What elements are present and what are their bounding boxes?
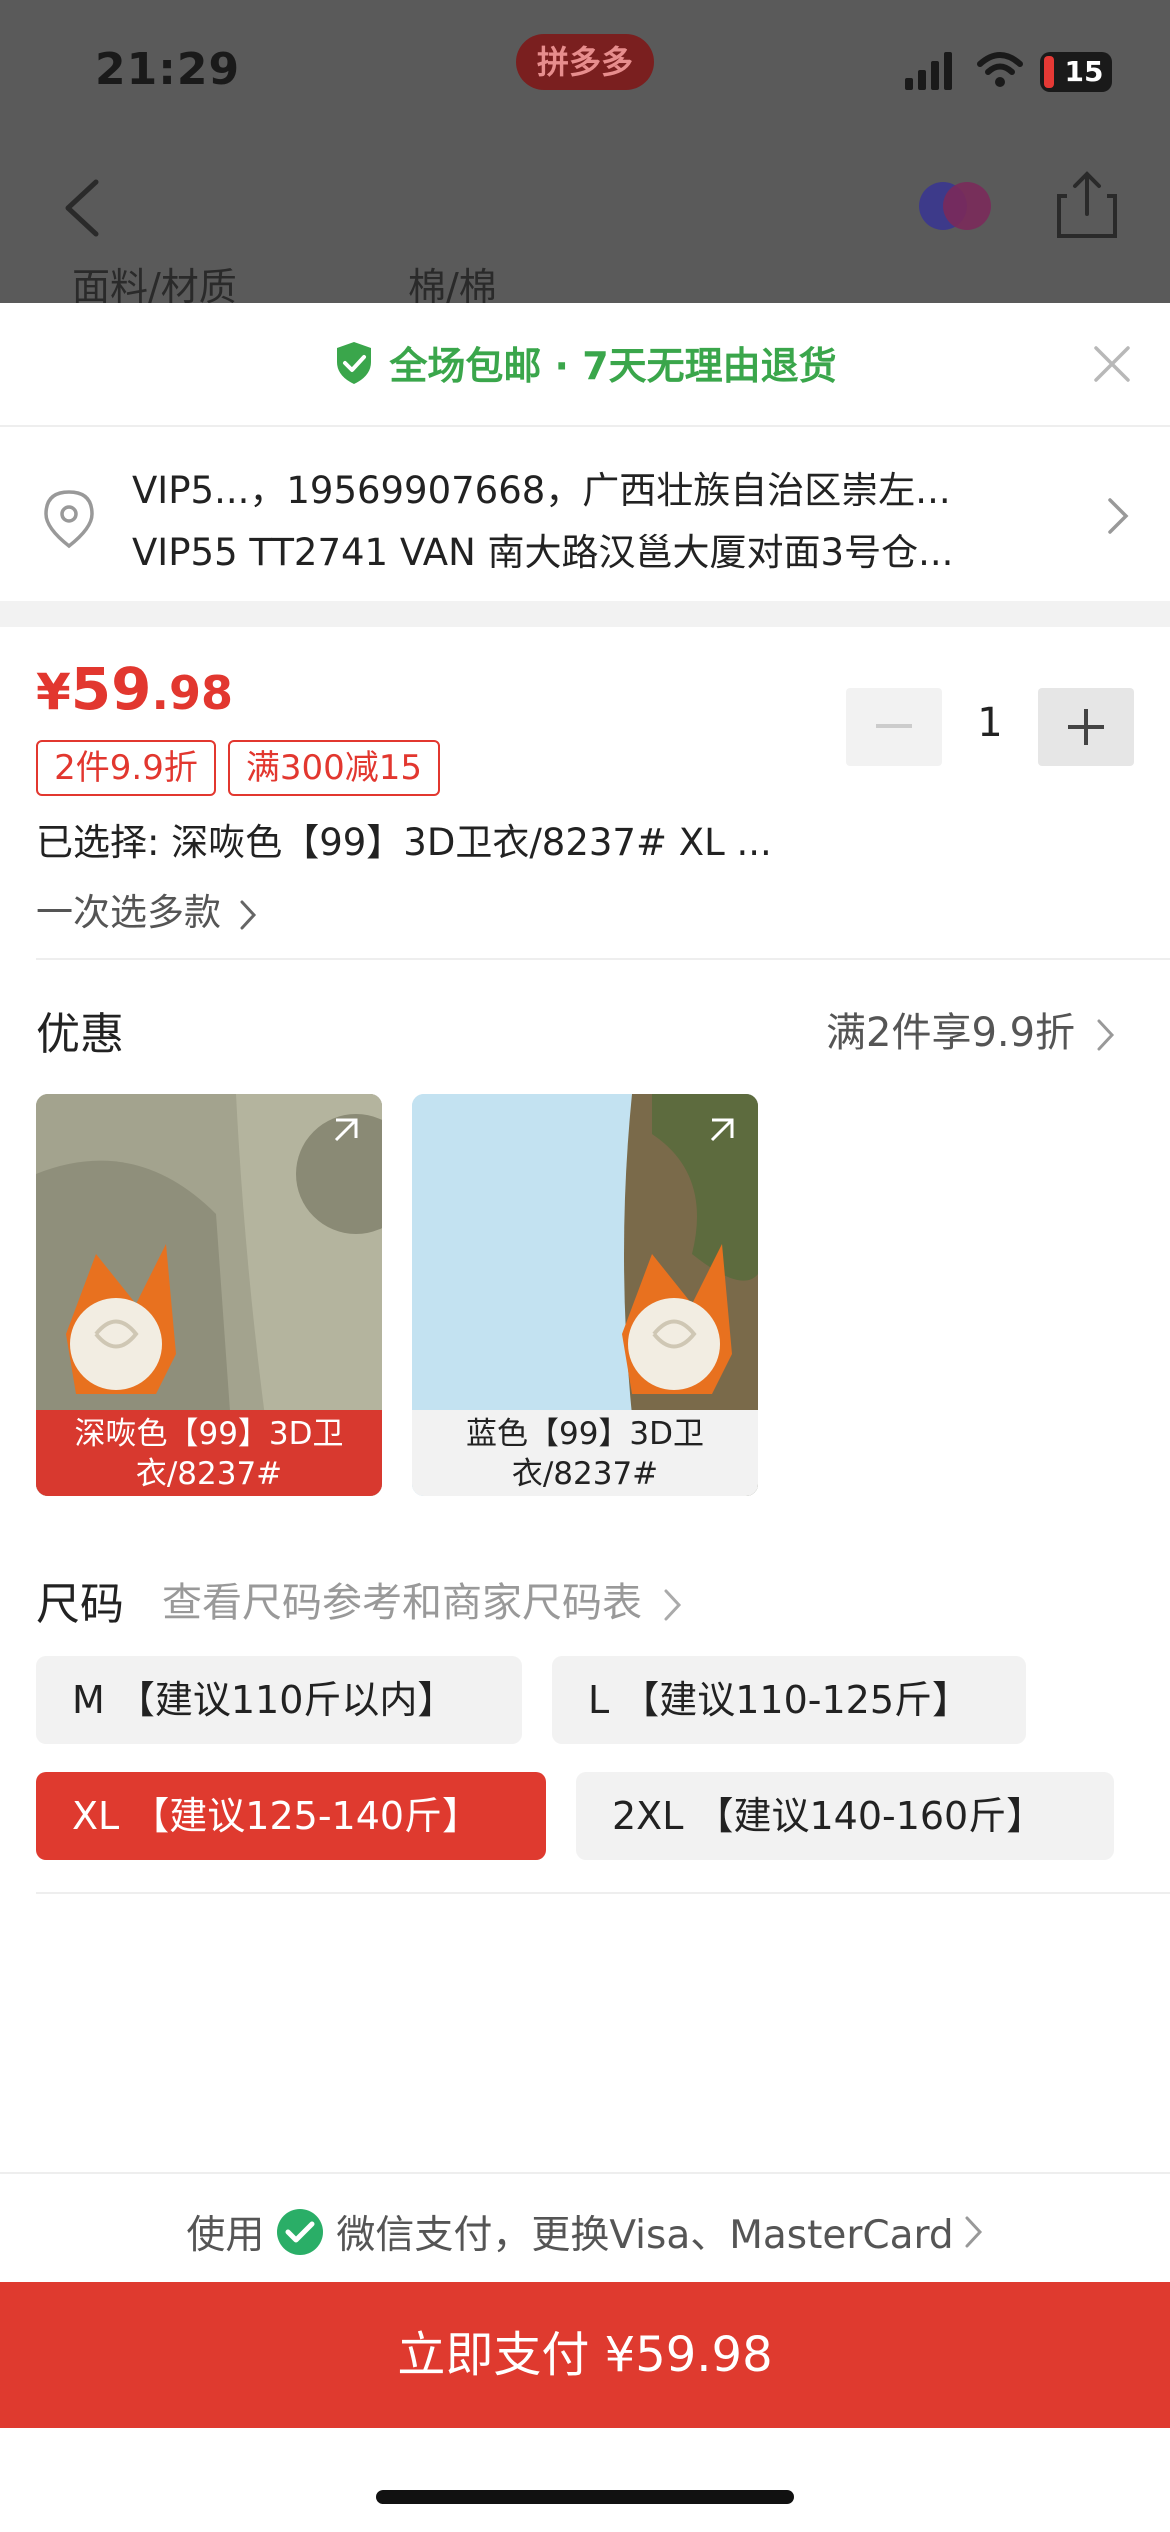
chevron-right-icon	[1108, 498, 1129, 534]
banner-text: 全场包邮 · 7天无理由退货	[389, 344, 837, 388]
shield-check-icon	[337, 341, 372, 384]
quantity-value[interactable]: 1	[960, 700, 1020, 746]
close-icon[interactable]	[1092, 344, 1132, 384]
price-decimal: .98	[151, 666, 234, 720]
option-label-text: 蓝色【99】3D卫衣/8237#	[465, 1416, 705, 1492]
option-label-grey: 深咴色【99】3D卫衣/8237#	[36, 1410, 382, 1496]
plus-icon	[1068, 709, 1104, 745]
chevron-right-icon	[1097, 1019, 1114, 1051]
selected-spec: 已选择: 深咴色【99】3D卫衣/8237# XL ...	[36, 821, 772, 864]
size-chart-link-text: 查看尺码参考和商家尺码表	[162, 1580, 642, 1626]
promo-rule-link[interactable]: 满2件享9.9折	[826, 1000, 1116, 1058]
option-card-grey[interactable]: 深咴色【99】3D卫衣/8237#	[36, 1094, 382, 1496]
price-symbol: ¥	[36, 663, 71, 721]
home-indicator[interactable]	[376, 2490, 794, 2504]
merge-icon[interactable]	[915, 180, 995, 232]
payment-method-row[interactable]: 使用 微信支付，更换Visa、MasterCard	[0, 2172, 1170, 2282]
payment-method-text: 微信支付，更换Visa、MasterCard	[336, 2213, 954, 2258]
quantity-plus-button[interactable]	[1038, 688, 1134, 766]
share-icon[interactable]	[1055, 170, 1119, 240]
section-separator	[0, 601, 1170, 627]
chevron-right-icon	[664, 1589, 681, 1621]
payment-prefix: 使用	[186, 2213, 265, 2258]
quantity-minus-button[interactable]	[846, 688, 942, 766]
size-title: 尺码	[36, 1579, 124, 1630]
location-pin-icon	[44, 490, 94, 549]
price: ¥59.98	[36, 655, 233, 723]
back-arrow-icon[interactable]	[62, 178, 102, 238]
shipping-banner: 全场包邮 · 7天无理由退货	[0, 303, 1170, 427]
battery-icon: 15	[1040, 52, 1112, 92]
option-label-blue: 蓝色【99】3D卫衣/8237#	[412, 1410, 758, 1496]
coupon-tag: 满300减15	[228, 740, 440, 796]
status-time: 21:29	[95, 44, 241, 95]
divider	[36, 958, 1170, 960]
multi-select-link[interactable]: 一次选多款	[36, 882, 257, 936]
size-option-2xl[interactable]: 2XL 【建议140-160斤】	[576, 1772, 1114, 1860]
option-card-blue[interactable]: 蓝色【99】3D卫衣/8237#	[412, 1094, 758, 1496]
minus-icon	[876, 724, 912, 728]
battery-level: 15	[1064, 55, 1104, 88]
size-option-m[interactable]: M 【建议110斤以内】	[36, 1656, 522, 1744]
address-line-2: VIP55 TT2741 VAN 南大路汉邕大厦对面3号仓...	[132, 531, 954, 574]
option-label-text: 深咴色【99】3D卫衣/8237#	[74, 1416, 344, 1492]
chevron-right-icon	[965, 2216, 982, 2248]
wechat-pay-icon	[277, 2209, 324, 2255]
address-line-1: VIP5...，19569907668，广西壮族自治区崇左...	[132, 469, 951, 512]
pay-now-button[interactable]: 立即支付 ¥59.98	[0, 2282, 1170, 2428]
signal-icon	[905, 52, 952, 90]
promo-title: 优惠	[36, 1009, 124, 1060]
wifi-icon	[977, 52, 1023, 87]
divider	[36, 1892, 1170, 1894]
chevron-right-icon	[240, 900, 256, 929]
multi-select-label: 一次选多款	[36, 891, 221, 934]
size-option-l[interactable]: L 【建议110-125斤】	[552, 1656, 1026, 1744]
size-chart-link[interactable]: 查看尺码参考和商家尺码表	[162, 1570, 683, 1628]
app-badge: 拼多多	[516, 34, 654, 90]
price-integer: 59	[70, 655, 152, 723]
size-option-xl[interactable]: XL 【建议125-140斤】	[36, 1772, 546, 1860]
promo-rule-text: 满2件享9.9折	[826, 1010, 1076, 1056]
discount-tag: 2件9.9折	[36, 740, 216, 796]
